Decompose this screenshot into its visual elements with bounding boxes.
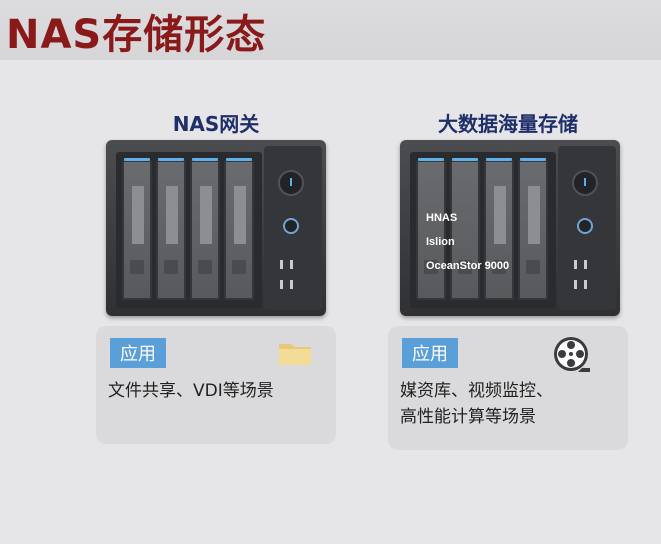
drive-slot	[224, 158, 254, 300]
application-tag: 应用	[402, 338, 458, 368]
drive-bay	[410, 152, 556, 308]
slide-title: NAS存储形态	[6, 12, 267, 58]
status-led	[290, 260, 293, 269]
application-tag: 应用	[110, 338, 166, 368]
film-reel-icon	[554, 337, 590, 372]
right-panel-heading: 大数据海量存储	[438, 112, 578, 136]
nas-gateway-device	[106, 140, 326, 316]
left-application-card: 应用 文件共享、VDI等场景	[96, 326, 336, 444]
drive-slot	[416, 158, 446, 300]
power-button-icon	[572, 170, 598, 196]
drive-slot	[122, 158, 152, 300]
device-label: Islion	[426, 236, 455, 248]
drive-slot	[484, 158, 514, 300]
device-label: HNAS	[426, 212, 458, 224]
drive-slot	[518, 158, 548, 300]
status-led	[584, 260, 587, 269]
status-led	[584, 280, 587, 289]
drive-bay	[116, 152, 262, 308]
folder-icon	[279, 344, 311, 365]
application-description: 文件共享、VDI等场景	[108, 381, 274, 401]
status-led	[290, 280, 293, 289]
drive-slot	[190, 158, 220, 300]
drive-slot	[156, 158, 186, 300]
oceanstor-device: HNAS Islion OceanStor 9000	[400, 140, 620, 316]
copy-button-icon	[283, 218, 299, 234]
application-description: 媒资库、视频监控、 高性能计算等场景	[400, 381, 553, 427]
power-button-icon	[278, 170, 304, 196]
status-led	[574, 260, 577, 269]
control-panel	[264, 146, 322, 310]
status-led	[280, 280, 283, 289]
copy-button-icon	[577, 218, 593, 234]
left-panel-heading: NAS网关	[172, 112, 260, 136]
right-application-card: 应用 媒资库、视频监控、 高性能计算等场景	[388, 326, 628, 450]
control-panel	[558, 146, 616, 310]
status-led	[280, 260, 283, 269]
drive-slot	[450, 158, 480, 300]
status-led	[574, 280, 577, 289]
device-label: OceanStor 9000	[426, 260, 510, 272]
